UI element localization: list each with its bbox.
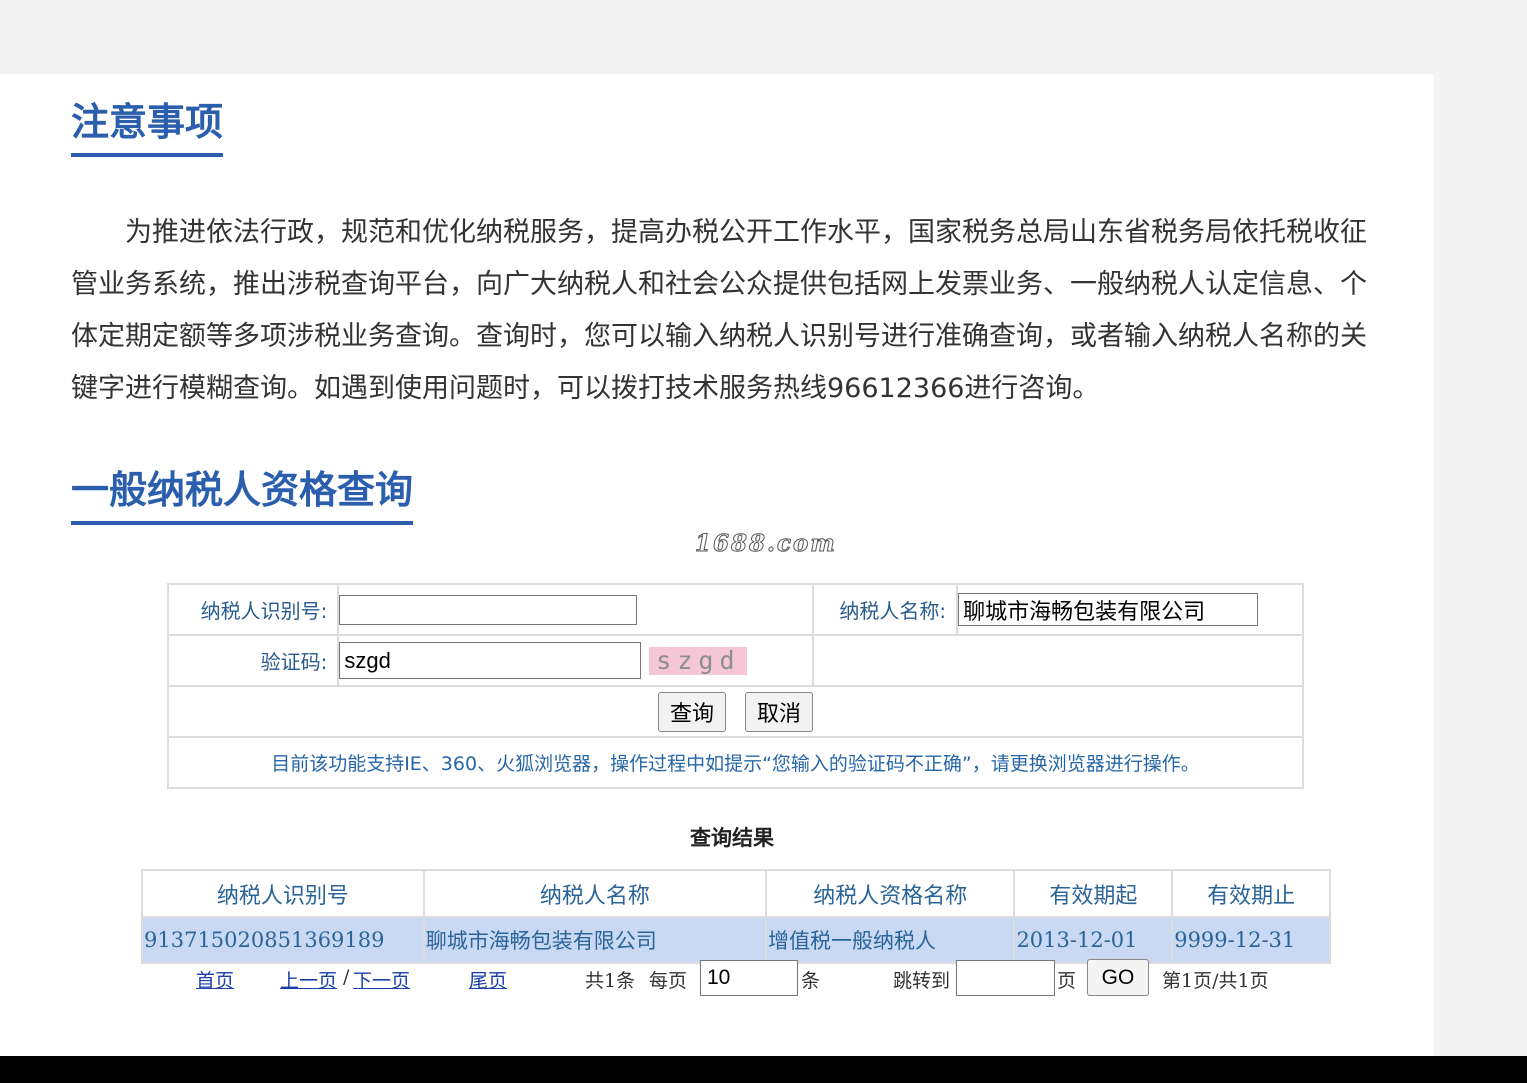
column-header: 有效期起 bbox=[1013, 869, 1174, 918]
top-bar bbox=[0, 0, 1527, 74]
per-page-input[interactable] bbox=[700, 960, 798, 996]
pagination: 首页 上一页 / 下一页 尾页 共1条 每页 条 跳转到 页 GO 第1页/共1… bbox=[0, 959, 1434, 999]
query-title-text: 一般纳税人资格查询 bbox=[71, 468, 414, 512]
cell-valid-from: 2013-12-01 bbox=[1013, 916, 1174, 964]
total-count: 共1条 bbox=[585, 970, 636, 992]
column-header: 纳税人名称 bbox=[422, 869, 767, 918]
browser-note: 目前该功能支持IE、360、火狐浏览器，操作过程中如提示“您输入的验证码不正确”… bbox=[167, 736, 1304, 789]
query-form: 纳税人识别号: 纳税人名称: 验证码: szgd 查询 取消 目前该功能支持IE… bbox=[166, 583, 1305, 789]
taxpayer-name-input[interactable] bbox=[958, 593, 1259, 626]
cell-taxpayer-id: 913715020851369189 bbox=[141, 916, 425, 964]
last-page-link[interactable]: 尾页 bbox=[469, 966, 507, 993]
jump-page-input[interactable] bbox=[956, 960, 1055, 996]
notice-title-underline bbox=[71, 153, 224, 157]
search-button[interactable]: 查询 bbox=[657, 691, 726, 732]
next-page-link[interactable]: 下一页 bbox=[353, 966, 410, 993]
results-table: 纳税人识别号 纳税人名称 纳税人资格名称 有效期起 有效期止 913715020… bbox=[141, 869, 1331, 964]
cancel-button[interactable]: 取消 bbox=[745, 691, 814, 732]
table-row[interactable]: 913715020851369189 聊城市海畅包装有限公司 增值税一般纳税人 … bbox=[141, 916, 1331, 964]
notice-title: 注意事项 bbox=[71, 100, 224, 157]
per-page-label: 每页 bbox=[649, 970, 688, 992]
query-title: 一般纳税人资格查询 bbox=[71, 468, 414, 525]
taxpayer-id-label: 纳税人识别号: bbox=[166, 583, 340, 636]
watermark: 1688.com bbox=[695, 530, 837, 558]
taxpayer-name-label: 纳税人名称: bbox=[811, 583, 959, 636]
first-page-link[interactable]: 首页 bbox=[196, 966, 234, 993]
results-title: 查询结果 bbox=[690, 825, 774, 850]
per-page-unit: 条 bbox=[801, 970, 821, 992]
go-button[interactable]: GO bbox=[1087, 959, 1149, 996]
cell-taxpayer-name: 聊城市海畅包装有限公司 bbox=[422, 916, 767, 964]
taxpayer-id-input[interactable] bbox=[339, 594, 638, 625]
captcha-label: 验证码: bbox=[166, 634, 340, 687]
cell-valid-to: 9999-12-31 bbox=[1171, 916, 1331, 964]
captcha-image[interactable]: szgd bbox=[649, 646, 748, 675]
bottom-bar bbox=[0, 1056, 1527, 1083]
cell-qualification: 增值税一般纳税人 bbox=[764, 916, 1016, 964]
page-status: 第1页/共1页 bbox=[1162, 970, 1269, 992]
column-header: 有效期止 bbox=[1171, 869, 1331, 918]
prev-page-link[interactable]: 上一页 bbox=[280, 966, 337, 993]
results-header-row: 纳税人识别号 纳税人名称 纳税人资格名称 有效期起 有效期止 bbox=[141, 869, 1331, 918]
jump-label: 跳转到 bbox=[893, 970, 951, 992]
jump-unit: 页 bbox=[1057, 970, 1077, 992]
notice-title-text: 注意事项 bbox=[71, 100, 224, 144]
pager-separator: / bbox=[343, 966, 350, 988]
query-title-underline bbox=[71, 521, 414, 525]
column-header: 纳税人资格名称 bbox=[764, 869, 1016, 918]
column-header: 纳税人识别号 bbox=[141, 869, 425, 918]
notice-body: 为推进依法行政，规范和优化纳税服务，提高办税公开工作水平，国家税务总局山东省税务… bbox=[71, 217, 1367, 404]
captcha-input[interactable] bbox=[339, 642, 642, 679]
